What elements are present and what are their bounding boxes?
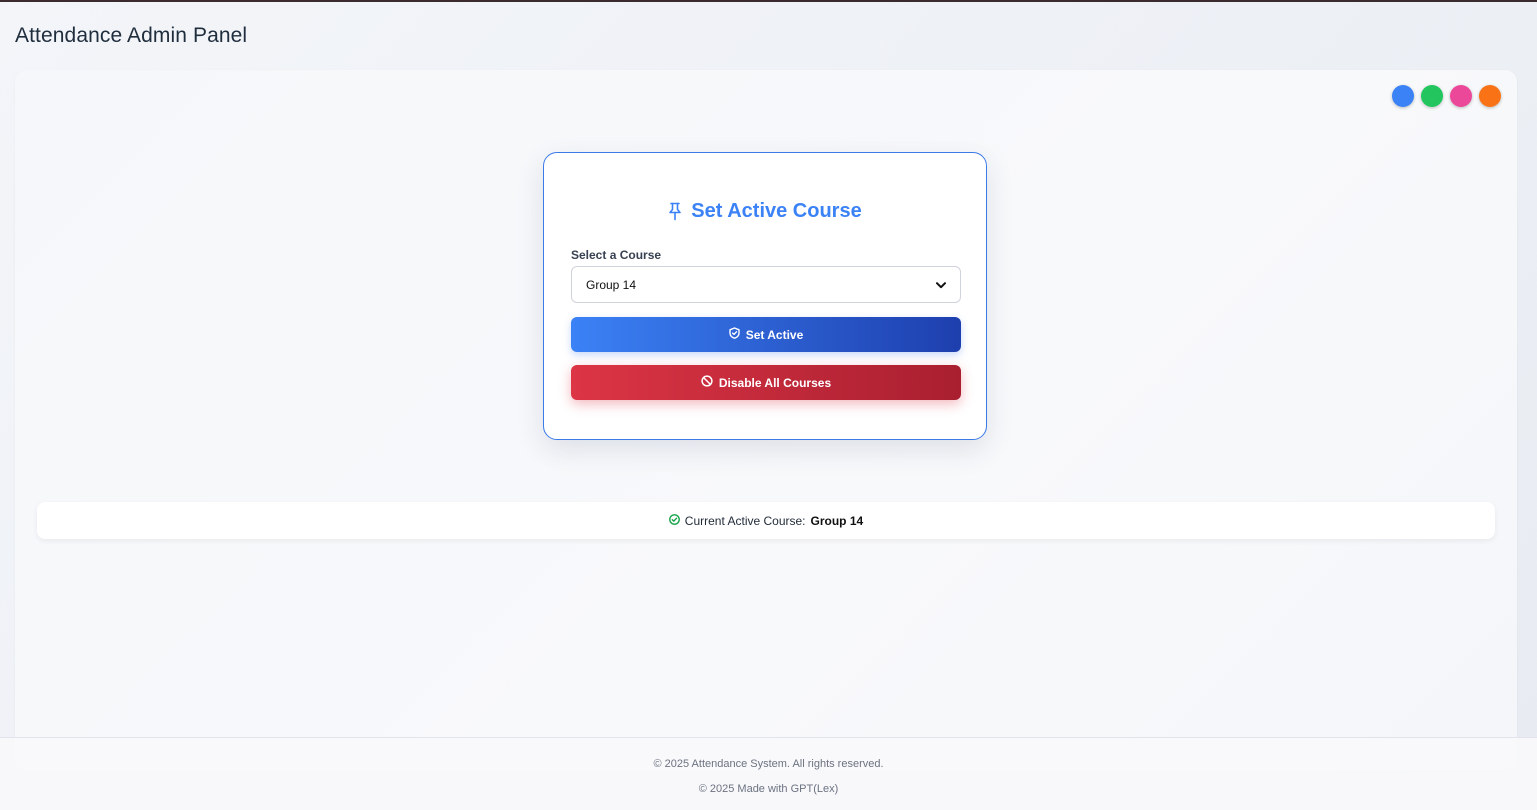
theme-blue-button[interactable] [1392,85,1414,107]
set-active-course-card: Set Active Course Select a Course Group … [543,152,987,440]
footer-credit: © 2025 Made with GPT(Lex) [698,783,839,795]
set-active-label: Set Active [745,327,804,342]
ban-icon [701,375,713,390]
pushpin-icon [668,202,682,221]
theme-green-button[interactable] [1421,85,1443,107]
active-course-status: Current Active Course: Group 14 [37,502,1495,539]
theme-orange-button[interactable] [1479,85,1501,107]
theme-switcher [1392,85,1501,107]
course-select-value: Group 14 [586,277,637,292]
page-title: Attendance Admin Panel [15,24,248,47]
footer: © 2025 Attendance System. All rights res… [0,737,1537,810]
set-active-button[interactable]: Set Active [571,317,961,352]
theme-pink-button[interactable] [1450,85,1472,107]
check-circle-icon [668,513,680,528]
course-select[interactable]: Group 14 [571,266,961,303]
status-course-name: Group 14 [810,513,864,528]
course-select-label: Select a Course [571,248,662,262]
card-title-text: Set Active Course [691,200,862,222]
footer-copyright: © 2025 Attendance System. All rights res… [653,758,884,770]
chevron-down-icon [936,278,946,292]
card-title: Set Active Course [544,200,986,223]
shield-check-icon [729,327,740,342]
disable-all-label: Disable All Courses [718,375,832,390]
disable-all-courses-button[interactable]: Disable All Courses [571,365,961,400]
status-prefix: Current Active Course: [684,513,806,528]
main-panel: Set Active Course Select a Course Group … [15,70,1517,770]
